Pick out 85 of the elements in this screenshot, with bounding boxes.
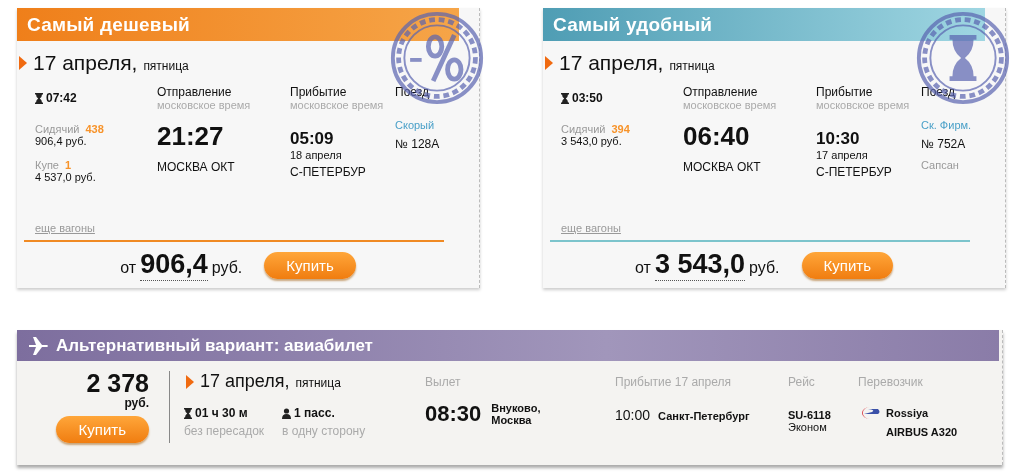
person-icon xyxy=(282,407,292,419)
buy-button[interactable]: Купить xyxy=(55,416,149,443)
card-title: Альтернативный вариант: авиабилет xyxy=(56,335,373,356)
price-prefix: от xyxy=(635,259,651,277)
triangle-marker-icon xyxy=(186,374,194,389)
departure-time: 08:30 xyxy=(425,401,482,427)
column-label: Рейс xyxy=(788,375,816,389)
card-title: Самый удобный xyxy=(553,13,713,36)
buy-button[interactable]: Купить xyxy=(264,251,356,279)
seat-class: Сидячий xyxy=(561,123,606,135)
weekday: пятница xyxy=(669,59,715,73)
price-prefix: от xyxy=(120,259,137,277)
buy-button[interactable]: Купить xyxy=(801,251,893,279)
city-name: Москва xyxy=(491,414,533,426)
column-label: Отправление xyxy=(157,85,232,99)
station-name: С-ПЕТЕРБУР xyxy=(290,165,366,179)
hourglass-icon xyxy=(561,92,569,104)
seat-count: 438 xyxy=(85,123,104,135)
seat-class: Сидячий xyxy=(35,123,80,135)
travel-date: 17 апреля, xyxy=(200,371,290,392)
column-note: московское время xyxy=(683,99,777,111)
passenger-count: 1 пасс. xyxy=(294,406,335,420)
airport-name: Внуково, xyxy=(491,402,541,414)
departure-time: 06:40 xyxy=(683,121,750,152)
price: 3 543,0 xyxy=(654,249,745,281)
station-name: МОСКВА ОКТ xyxy=(683,160,761,174)
train-type: Ск. Фирм. xyxy=(921,119,972,131)
train-name: Сапсан xyxy=(921,159,959,171)
seat-price: 906,4 руб. xyxy=(35,135,88,147)
more-cars-link[interactable]: еще вагоны xyxy=(35,222,479,240)
station-name: МОСКВА ОКТ xyxy=(157,160,235,174)
card-title: Самый дешевый xyxy=(27,13,190,36)
airplane-icon xyxy=(29,336,49,355)
triangle-marker-icon xyxy=(545,56,553,70)
travel-date: 17 апреля, xyxy=(33,51,138,75)
arrival-time: 05:09 xyxy=(290,129,334,149)
seat-count: 394 xyxy=(611,123,630,135)
more-cars-link[interactable]: еще вагоны xyxy=(561,222,1005,240)
seat-price: 4 537,0 руб. xyxy=(35,171,96,183)
travel-duration: 07:42 xyxy=(46,91,77,105)
currency: руб. xyxy=(749,259,780,277)
weekday: пятница xyxy=(143,59,189,73)
column-label: Поезд xyxy=(395,85,429,99)
column-label: Вылет xyxy=(425,375,462,389)
arrival-time: 10:00 xyxy=(615,407,651,423)
price: 906,4 xyxy=(140,249,208,281)
hourglass-icon xyxy=(35,92,43,104)
column-note: московское время xyxy=(290,99,384,111)
hourglass-stamp-icon xyxy=(915,10,1011,106)
column-note: московское время xyxy=(816,99,910,111)
train-number: № 128А xyxy=(395,137,440,151)
flight-duration: 01 ч 30 м xyxy=(195,406,248,420)
arrival-time: 10:30 xyxy=(816,129,860,149)
currency: руб. xyxy=(124,396,149,410)
column-label: Прибытие xyxy=(290,85,347,99)
percent-stamp-icon xyxy=(389,10,485,106)
airline-name: Rossiya xyxy=(886,407,929,419)
flight-number: SU-6118 xyxy=(788,409,832,421)
hourglass-icon xyxy=(184,407,192,419)
trip-type: в одну сторону xyxy=(282,424,366,438)
train-type: Скорый xyxy=(395,119,435,131)
seat-price: 3 543,0 руб. xyxy=(561,135,623,147)
weekday: пятница xyxy=(295,376,341,390)
fare-class: Эконом xyxy=(788,421,828,433)
train-number: № 752А xyxy=(921,137,966,151)
travel-duration: 03:50 xyxy=(572,91,603,105)
transfer-note: без пересадок xyxy=(184,424,265,438)
station-name: С-ПЕТЕРБУР xyxy=(816,165,892,179)
seat-class: Купе xyxy=(35,159,59,171)
aircraft-model: AIRBUS A320 xyxy=(886,426,959,438)
column-label: Перевозчик xyxy=(858,375,924,389)
column-label: Прибытие xyxy=(816,85,873,99)
triangle-marker-icon xyxy=(19,56,27,70)
price: 2 378 xyxy=(86,371,149,396)
travel-date: 17 апреля, xyxy=(559,51,664,75)
arrival-date: 17 апреля xyxy=(816,149,868,161)
seat-count: 1 xyxy=(65,159,72,171)
currency: руб. xyxy=(211,259,243,277)
departure-time: 21:27 xyxy=(157,121,224,152)
column-note: московское время xyxy=(157,99,251,111)
column-label: Прибытие 17 апреля xyxy=(615,375,732,389)
column-label: Отправление xyxy=(683,85,758,99)
city-name: Санкт-Петербург xyxy=(658,410,750,422)
arrival-date: 18 апреля xyxy=(290,149,342,161)
column-label: Поезд xyxy=(921,85,955,99)
